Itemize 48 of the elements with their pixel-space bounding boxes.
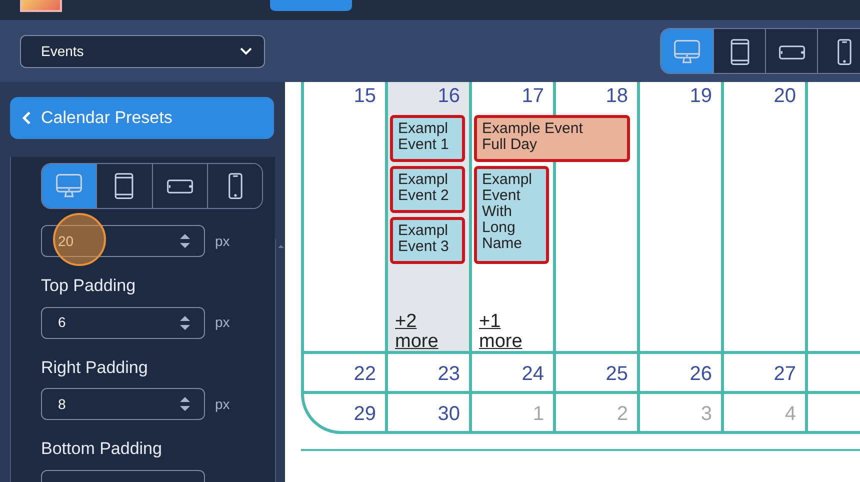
- day-number: 22: [354, 362, 377, 387]
- day-number: 20: [774, 84, 797, 109]
- field-label: Right Padding: [41, 356, 149, 378]
- view-select[interactable]: Events: [20, 34, 265, 68]
- back-button[interactable]: Calendar Presets: [10, 97, 274, 139]
- device-toggle[interactable]: [765, 29, 817, 73]
- unit-label: px: [215, 232, 230, 251]
- day-number: 4: [784, 402, 797, 427]
- field-label: Bottom Padding: [41, 438, 163, 460]
- event-chip[interactable]: Exampl Event With Long Name: [474, 166, 549, 264]
- unit-label: px: [215, 394, 230, 414]
- day-number: 30: [438, 402, 461, 427]
- day-number: 3: [700, 402, 713, 427]
- field-label: Top Padding: [41, 275, 137, 297]
- day-number: 25: [606, 362, 629, 387]
- day-number: 18: [606, 84, 629, 109]
- unit-label: px: [215, 313, 230, 332]
- spinner-arrows-icon[interactable]: [180, 396, 190, 412]
- day-number: 15: [354, 84, 377, 109]
- event-chip[interactable]: Exampl Event 2: [390, 166, 465, 213]
- event-chip[interactable]: Exampl Event 3: [390, 217, 465, 264]
- day-number: 2: [616, 402, 629, 427]
- chevron-left-icon: [22, 111, 31, 125]
- event-chip[interactable]: Example Event Full Day: [474, 115, 630, 162]
- number-field[interactable]: 6: [41, 306, 205, 338]
- day-number: 17: [522, 84, 545, 109]
- day-number: 19: [690, 84, 713, 109]
- scrollbar[interactable]: [275, 239, 285, 482]
- click-indicator: [53, 213, 106, 266]
- more-link[interactable]: +2 more: [395, 312, 453, 354]
- day-number: 1: [532, 402, 545, 427]
- spinner-arrows-icon[interactable]: [180, 314, 190, 330]
- day-number: 23: [438, 362, 461, 387]
- spinner-arrows-icon[interactable]: [180, 233, 190, 249]
- chevron-down-icon: [240, 47, 252, 55]
- device-toggle[interactable]: [42, 164, 96, 208]
- event-chip[interactable]: Exampl Event 1: [390, 115, 465, 162]
- device-toggle[interactable]: [713, 29, 765, 73]
- day-number: 26: [690, 362, 713, 387]
- device-toggle[interactable]: [661, 29, 713, 73]
- day-number: 27: [774, 362, 797, 387]
- day-number: 29: [354, 402, 377, 427]
- device-toggle[interactable]: [817, 29, 860, 73]
- day-number: 16: [438, 84, 461, 109]
- more-link[interactable]: +1 more: [479, 312, 537, 354]
- number-field[interactable]: 8: [41, 388, 205, 420]
- day-number: 24: [522, 362, 545, 387]
- device-toggle[interactable]: [206, 164, 262, 208]
